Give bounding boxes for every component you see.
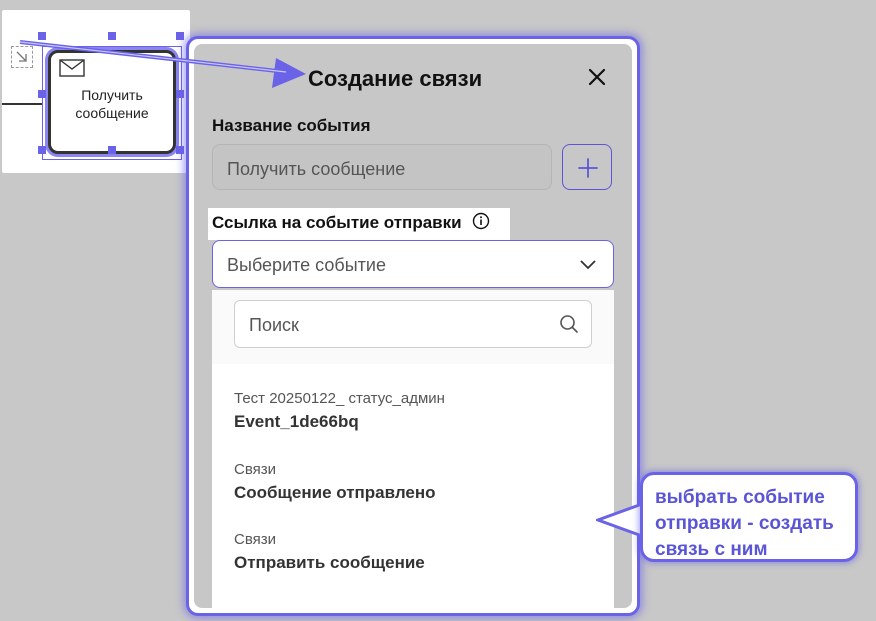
search-icon	[560, 315, 578, 333]
resize-handle[interactable]	[176, 32, 184, 40]
resize-handle[interactable]	[38, 32, 46, 40]
sequence-flow-line	[2, 103, 42, 105]
receive-task-element[interactable]: Получить сообщение	[48, 50, 176, 154]
search-placeholder: Поиск	[249, 315, 299, 335]
send-event-link-label-text: Ссылка на событие отправки	[212, 213, 462, 232]
plus-icon	[578, 158, 598, 178]
item-title: Event_1de66bq	[234, 412, 359, 431]
callout-tail	[596, 501, 646, 539]
close-icon[interactable]	[584, 64, 610, 90]
select-placeholder: Выберите событие	[227, 255, 386, 275]
item-group: Связи	[234, 461, 277, 478]
dropdown-search-area: Поиск	[212, 290, 614, 364]
resize-handle[interactable]	[38, 90, 46, 98]
resize-handle[interactable]	[108, 146, 116, 154]
event-name-field[interactable]: Получить сообщение	[212, 144, 552, 190]
diagram-canvas: Получить сообщение	[2, 10, 190, 173]
annotation-callout: выбрать событие отправки - создать связь…	[640, 472, 858, 562]
resize-handle[interactable]	[38, 146, 46, 154]
item-group: Связи	[234, 531, 277, 548]
item-group: Тест 20250122_ статус_админ	[234, 390, 445, 407]
item-title: Сообщение отправлено	[234, 483, 436, 502]
resize-handle[interactable]	[108, 32, 116, 40]
expand-arrow-icon[interactable]	[11, 46, 33, 68]
event-dropdown: Поиск Тест 20250122_ статус_админ Event_…	[212, 290, 614, 608]
create-link-dialog: Создание связи Название события Получить…	[194, 44, 632, 608]
event-select[interactable]: Выберите событие	[212, 240, 614, 288]
envelope-icon	[59, 59, 85, 77]
dialog-title: Создание связи	[308, 66, 483, 91]
list-item[interactable]: Связи Сообщение отправлено	[234, 461, 594, 527]
list-item[interactable]: Связи Отправить сообщение	[234, 531, 594, 597]
add-button[interactable]	[562, 144, 612, 190]
send-event-link-label: Ссылка на событие отправки	[212, 212, 490, 233]
search-input[interactable]: Поиск	[234, 300, 592, 348]
chevron-down-icon	[580, 260, 596, 270]
event-name-label: Название события	[212, 116, 371, 135]
list-item[interactable]: Тест 20250122_ статус_админ Event_1de66b…	[234, 390, 594, 456]
resize-handle[interactable]	[176, 90, 184, 98]
resize-handle[interactable]	[176, 146, 184, 154]
task-label: Получить сообщение	[75, 87, 149, 121]
item-title: Отправить сообщение	[234, 553, 425, 572]
info-icon[interactable]	[472, 212, 490, 230]
